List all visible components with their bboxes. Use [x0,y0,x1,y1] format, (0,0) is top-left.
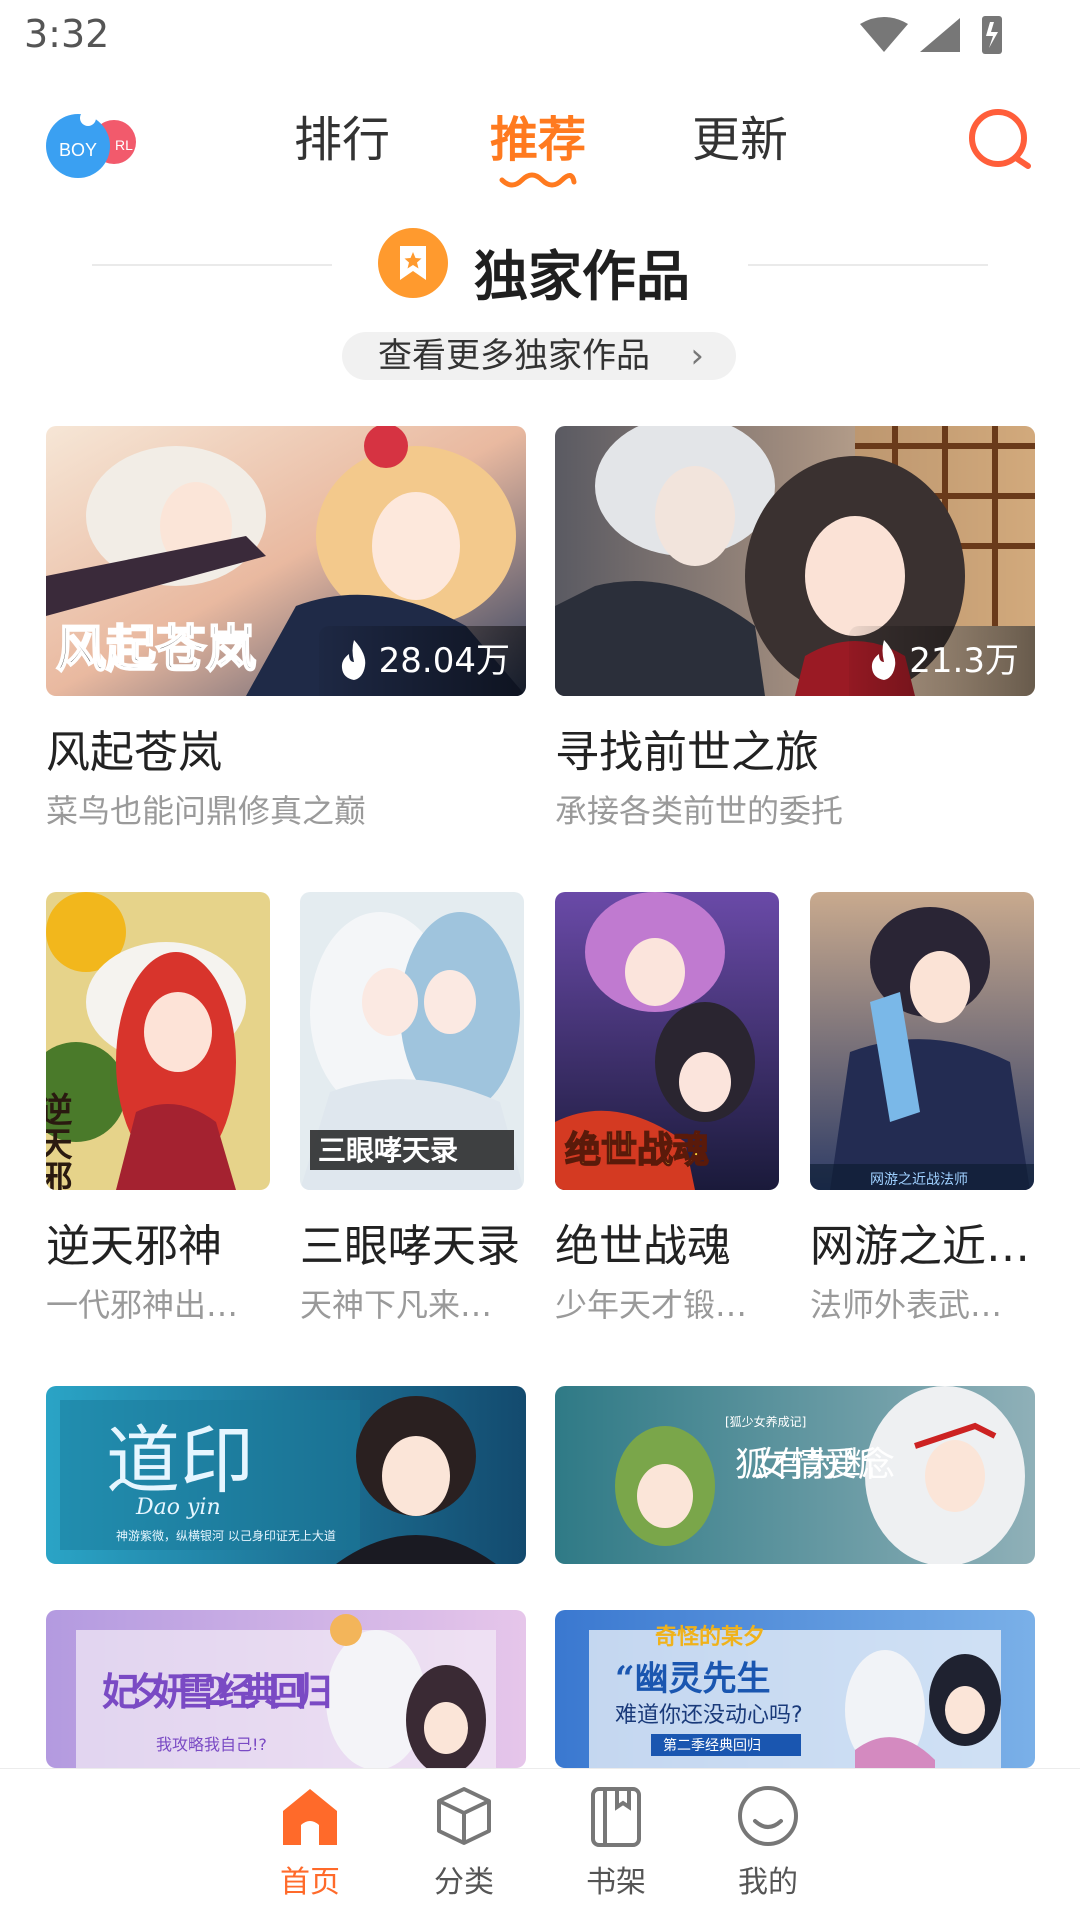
boy-girl-toggle[interactable]: BOY RL [46,102,142,182]
flame-icon [341,640,365,680]
banner-title-art: “幽灵先生 [615,1659,771,1699]
book-description: 一代邪神出… [46,1286,239,1324]
grid-cover-3[interactable]: 绝世战魂 [555,892,779,1190]
banner-feixi-yanxue[interactable]: 妃夕妍雪2 经典回归 我攻略我自己!? [46,1610,526,1768]
grid-cover-4[interactable]: 网游之近战法师 [810,892,1034,1190]
divider [92,264,332,266]
banner-title-art: 狐女有情 为爱断念 [735,1445,895,1485]
banner-subtitle-art: Dao yin [135,1495,221,1520]
flame-icon [872,640,896,680]
book-description: 天神下凡来… [300,1286,493,1324]
banner-tag: [狐少女养成记] [725,1414,806,1429]
book-description: 承接各类前世的委托 [555,792,844,830]
bottom-tab-label: 首页 [280,1865,340,1900]
wifi-icon [860,17,908,52]
banner-tagline: 神游紫微，纵横银河 以己身印证无上大道 [116,1528,336,1543]
tab-recommend[interactable]: 推荐 [490,100,586,170]
cover-title-art: 绝世战魂 [565,1129,709,1171]
bottom-tab-label: 我的 [738,1865,798,1900]
view-more-label: 查看更多独家作品 [378,336,650,376]
status-time: 3:32 [24,12,110,56]
banner-brand-art: 奇怪的某夕 [655,1624,765,1650]
banner-subtitle-art: 我攻略我自己!? [156,1735,267,1754]
toggle-girl-text: RL [115,137,133,153]
book-title[interactable]: 寻找前世之旅 [555,716,1035,780]
book-title[interactable]: 风起苍岚 [46,716,526,780]
divider [748,264,988,266]
cover-title-art: 风起苍岚 [56,620,256,678]
banner-title-art: 道印 [106,1418,254,1504]
profile-icon [738,1786,798,1846]
book-description: 少年天才锻… [555,1286,748,1324]
grid-cover-2[interactable]: 三眼哮天录 [300,892,524,1190]
featured-cover-2[interactable]: 21.3万 [555,426,1035,696]
banner-tag: 第二季经典回归 [663,1737,761,1754]
chevron-right-icon: › [690,336,704,376]
grid-cover-1[interactable]: 逆天邪神 [46,892,270,1190]
cover-title-art: 三眼哮天录 [318,1134,458,1167]
popularity-count: 28.04万 [378,641,510,681]
bottom-tab-category[interactable]: 分类 [404,1783,524,1901]
active-tab-indicator [499,172,577,188]
bottom-navigation: 首页 分类 书架 我的 [0,1768,1080,1921]
popularity-count: 21.3万 [909,641,1019,681]
section-header: 独家作品 [0,224,1080,308]
book-title[interactable]: 逆天邪神 [46,1210,270,1274]
bottom-tab-label: 分类 [434,1865,494,1900]
cover-title-art: 逆天邪神 [46,1092,72,1190]
search-icon [969,109,1031,169]
signal-icon [920,18,960,52]
exclusive-badge-icon [378,228,448,298]
book-title[interactable]: 网游之近… [810,1210,1034,1274]
book-title[interactable]: 绝世战魂 [555,1210,779,1274]
banner-ghost-sir[interactable]: 奇怪的某夕 “幽灵先生 难道你还没动心吗? 第二季经典回归 [555,1610,1035,1768]
status-bar: 3:32 [0,0,1080,70]
banner-title-art: 妃夕妍雪2 经典回归 [102,1669,332,1714]
featured-cover-1[interactable]: 风起苍岚 28.04万 [46,426,526,696]
tab-ranking[interactable]: 排行 [294,100,390,170]
book-title[interactable]: 三眼哮天录 [300,1210,524,1274]
popularity-badge: 21.3万 [849,626,1035,696]
banner-fox-girl[interactable]: [狐少女养成记] 狐女有情 为爱断念 [555,1386,1035,1564]
section-title: 独家作品 [474,245,690,308]
book-description: 法师外表武… [810,1286,1003,1324]
book-description: 菜鸟也能问鼎修真之巅 [46,792,367,830]
tab-updates[interactable]: 更新 [692,100,788,170]
banner-dao-yin[interactable]: 道印 Dao yin 神游紫微，纵横银河 以己身印证无上大道 [46,1386,526,1564]
toggle-boy-text: BOY [59,140,97,160]
cube-icon [437,1787,491,1845]
view-more-button[interactable]: 查看更多独家作品 › [342,332,736,380]
bottom-tab-bookshelf[interactable]: 书架 [556,1783,676,1901]
bookshelf-icon [591,1787,641,1847]
popularity-badge: 28.04万 [318,626,526,696]
cover-title-art: 网游之近战法师 [870,1172,968,1188]
bottom-tab-label: 书架 [586,1865,646,1900]
home-icon [283,1789,337,1845]
bottom-tab-profile[interactable]: 我的 [708,1783,828,1901]
search-button[interactable] [964,104,1036,176]
bottom-tab-home[interactable]: 首页 [250,1783,370,1901]
system-icons [860,14,1010,62]
top-nav: BOY RL 排行 推荐 更新 [0,90,1080,200]
banner-subtitle-art: 难道你还没动心吗? [615,1703,803,1728]
